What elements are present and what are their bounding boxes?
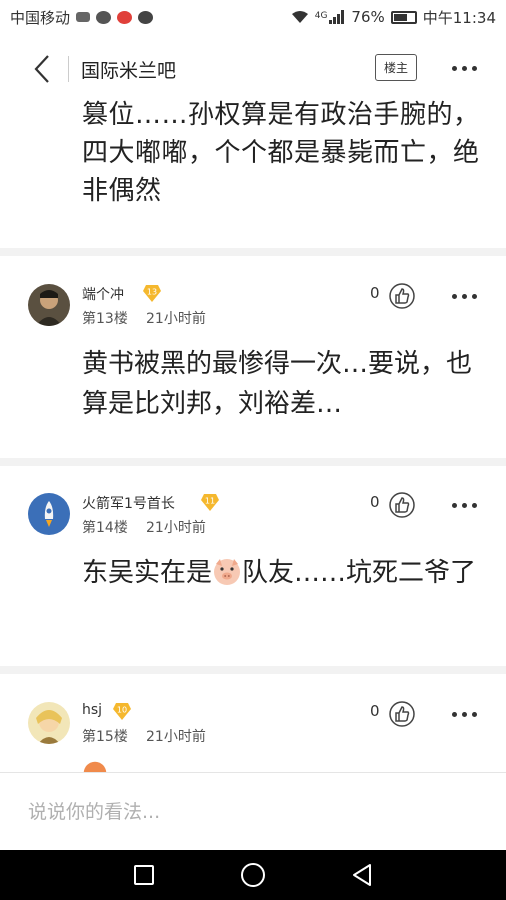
like-button[interactable] [386,489,418,521]
like-count: 0 [370,493,380,511]
like-button[interactable] [386,280,418,312]
home-button[interactable] [233,855,273,895]
thumbs-up-icon [389,283,415,309]
partial-reply-text: 篡位……孙权算是有政治手腕的，四大嘟嘟，个个都是暴毙而亡，绝非偶然 [82,100,480,206]
pig-emoji-icon [214,559,241,585]
huawei-icon [76,12,91,22]
more-dot-icon [451,711,457,717]
more-dot-icon [461,293,467,299]
only-owner-button[interactable]: 楼主 [375,54,417,81]
post-more-button[interactable] [444,284,484,308]
comment-input[interactable] [28,800,468,823]
level-badge: 11 [200,492,220,512]
post-time: 21小时前 [146,729,206,745]
more-dot-icon [471,293,477,299]
post-more-button[interactable] [444,702,484,726]
thread-content: 篡位……孙权算是有政治手腕的，四大嘟嘟，个个都是暴毙而亡，绝非偶然 端个冲 13… [0,98,506,772]
back-button[interactable] [22,49,62,89]
avatar[interactable] [28,493,70,535]
nav-header: 国际米兰吧 楼主 [0,40,506,98]
post-time: 21小时前 [146,311,206,327]
orange-emoji-icon [83,761,107,772]
wechat-icon [96,10,112,24]
post-more-button[interactable] [444,493,484,517]
thumbs-up-icon [389,701,415,727]
back-arrow-icon [34,55,49,83]
more-dot-icon [451,502,457,508]
level-number: 10 [117,706,127,715]
more-dot-icon [461,711,467,717]
forum-title[interactable]: 国际米兰吧 [81,56,176,83]
nav-divider [68,56,69,82]
more-dot-icon [461,65,467,71]
like-count: 0 [370,284,380,302]
recent-apps-button[interactable] [124,855,164,895]
signal-icon [329,10,345,24]
carrier-name: 中国移动 [10,8,71,27]
more-dot-icon [451,65,457,71]
divider [0,666,506,674]
weibo-icon [117,10,133,24]
more-dot-icon [471,711,477,717]
like-button[interactable] [386,698,418,730]
post-body-text: 东吴实在是 [82,558,213,588]
post-body: 东吴实在是 队友……坑死二爷了 [82,553,482,593]
like-count: 0 [370,702,380,720]
username[interactable]: 火箭军1号首长 [82,493,175,513]
username[interactable]: 端个冲 [82,284,124,304]
more-dot-icon [471,65,477,71]
avatar[interactable] [28,702,70,744]
post-body: 黄书被黑的最惨得一次…要说，也算是比刘邦，刘裕差… [82,349,473,419]
divider [0,458,506,466]
more-dot-icon [451,293,457,299]
circle-icon [240,863,265,887]
thumbs-up-icon [389,492,415,518]
triangle-back-icon [352,864,371,886]
more-dot-icon [461,502,467,508]
battery-fill [393,13,408,21]
clock: 中午11:34 [422,8,496,27]
post-time: 21小时前 [146,520,206,536]
level-number: 13 [147,288,157,297]
message-icon [138,10,154,24]
battery-icon [390,10,417,24]
battery-percent: 76% [351,8,385,26]
level-badge: 10 [112,701,132,721]
square-icon [134,865,155,885]
username[interactable]: hsj [82,702,102,718]
wifi-icon [291,11,308,23]
network-type: 4G [314,10,328,21]
floor-number: 第14楼 [82,520,128,536]
status-bar: 中国移动 4G 76% 中午11:34 [0,0,506,34]
more-dot-icon [471,502,477,508]
floor-number: 第13楼 [82,311,128,327]
system-nav-bar [0,850,506,900]
system-back-button[interactable] [342,855,382,895]
avatar[interactable] [28,284,70,326]
more-options-button[interactable] [444,54,484,82]
level-badge: 13 [142,283,162,303]
post-body-text: 队友……坑死二爷了 [242,558,477,588]
floor-number: 第15楼 [82,729,128,745]
level-number: 11 [205,497,215,506]
divider [0,248,506,256]
comment-bar [0,772,506,850]
